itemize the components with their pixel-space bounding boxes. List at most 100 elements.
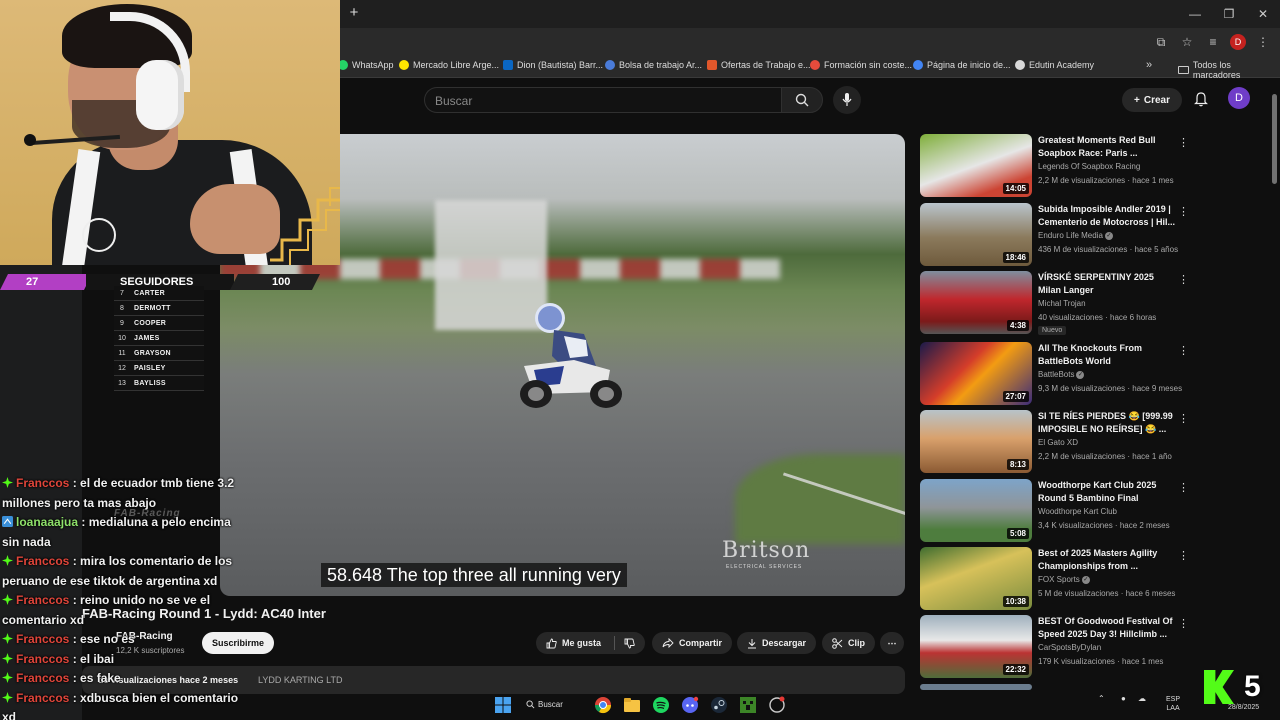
minimize-button[interactable]: —	[1178, 0, 1212, 28]
spotify-icon[interactable]	[652, 696, 670, 714]
kebab-menu-icon[interactable]: ⋮	[1178, 273, 1189, 286]
clip-button[interactable]: Clip	[822, 632, 875, 654]
minecraft-icon[interactable]	[739, 696, 757, 714]
notifications-button[interactable]	[1192, 90, 1210, 108]
recommended-video[interactable]: 27:07 All The Knockouts From BattleBots …	[920, 342, 1189, 405]
cloud-tray-icon[interactable]: ☁	[1138, 694, 1146, 703]
kebab-menu-icon[interactable]: ⋮	[1178, 136, 1189, 149]
windows-start-icon[interactable]	[494, 696, 512, 714]
search-input[interactable]: Buscar	[424, 87, 782, 113]
install-app-icon[interactable]: ⧉	[1152, 33, 1170, 51]
browser-menu-icon[interactable]: ⋮	[1254, 33, 1272, 51]
bookmark-item[interactable]: Formación sin coste...	[810, 60, 912, 70]
recommended-channel[interactable]: Michal Trojan	[1038, 299, 1086, 308]
recommended-channel[interactable]: CarSpotsByDylan	[1038, 643, 1101, 652]
kebab-menu-icon[interactable]: ⋮	[1178, 549, 1189, 562]
chat-username[interactable]: Franccos	[16, 554, 69, 568]
search-button[interactable]	[781, 87, 823, 113]
recommended-title[interactable]: Woodthorpe Kart Club 2025 Round 5 Bambin…	[1038, 479, 1176, 505]
recommended-title[interactable]: All The Knockouts From BattleBots World …	[1038, 342, 1176, 368]
chat-message: loanaaajua : medialuna a pelo encima sin…	[2, 515, 231, 549]
recommended-title[interactable]: Greatest Moments Red Bull Soapbox Race: …	[1038, 134, 1176, 160]
video-thumbnail[interactable]: 18:46	[920, 203, 1032, 266]
kebab-menu-icon[interactable]: ⋮	[1178, 617, 1189, 630]
more-bookmarks-icon[interactable]: »	[1146, 59, 1152, 71]
video-thumbnail[interactable]: 14:05	[920, 134, 1032, 197]
kick-counter-value: 5	[1244, 670, 1261, 703]
microphone-tray-icon[interactable]: ●	[1121, 694, 1126, 703]
media-controls-icon[interactable]: ≡	[1204, 33, 1222, 51]
share-button[interactable]: Compartir	[652, 632, 733, 654]
chrome-icon[interactable]	[594, 696, 612, 714]
create-button[interactable]: + Crear	[1122, 88, 1182, 112]
chat-username[interactable]: Franccos	[16, 652, 69, 666]
input-language[interactable]: ESP LAA	[1166, 695, 1180, 713]
more-actions-button[interactable]: ⋯	[880, 632, 904, 654]
account-avatar[interactable]: D	[1228, 87, 1250, 109]
kebab-menu-icon[interactable]: ⋮	[1178, 481, 1189, 494]
bookmark-item[interactable]: Ofertas de Trabajo e...	[707, 60, 811, 70]
tray-chevron-icon[interactable]: ⌃	[1098, 694, 1105, 703]
steam-icon[interactable]	[710, 696, 728, 714]
recommended-channel[interactable]: El Gato XD	[1038, 438, 1078, 447]
bookmark-item[interactable]: Bolsa de trabajo Ar...	[605, 60, 702, 70]
bookmark-star-icon[interactable]: ☆	[1178, 33, 1196, 51]
bookmark-item[interactable]: WhatsApp	[338, 60, 394, 70]
video-thumbnail[interactable]: 4:38	[920, 271, 1032, 334]
like-button[interactable]: Me gusta	[536, 632, 646, 654]
recommended-video[interactable]: 18:46 Subida Imposible Andler 2019 | Cem…	[920, 203, 1189, 266]
kebab-menu-icon[interactable]: ⋮	[1178, 205, 1189, 218]
recommended-video[interactable]: 14:05 Greatest Moments Red Bull Soapbox …	[920, 134, 1189, 197]
chat-username[interactable]: Franccos	[16, 671, 69, 685]
recommended-channel[interactable]: BattleBots ✓	[1038, 370, 1085, 379]
page-scrollbar[interactable]	[1270, 84, 1278, 694]
mercadolibre-icon	[399, 60, 409, 70]
video-thumbnail[interactable]: 27:07	[920, 342, 1032, 405]
chat-username[interactable]: loanaaajua	[16, 515, 78, 529]
video-thumbnail[interactable]: 8:13	[920, 410, 1032, 473]
file-explorer-icon[interactable]	[623, 696, 641, 714]
thumbs-down-icon[interactable]	[624, 638, 635, 649]
discord-icon[interactable]	[681, 696, 699, 714]
all-bookmarks-folder[interactable]: Todos los marcadores	[1178, 60, 1280, 80]
recommended-channel[interactable]: Enduro Life Media ✓	[1038, 231, 1113, 240]
recommended-channel[interactable]: FOX Sports ✓	[1038, 575, 1090, 584]
bookmark-item[interactable]: Mercado Libre Arge...	[399, 60, 499, 70]
recommended-video[interactable]: 4:38 VÍRSKÉ SERPENTINY 2025 Milan Langer…	[920, 271, 1189, 335]
video-thumbnail[interactable]: 10:38	[920, 547, 1032, 610]
kebab-menu-icon[interactable]: ⋮	[1178, 344, 1189, 357]
video-thumbnail[interactable]: 5:08	[920, 479, 1032, 542]
download-button[interactable]: Descargar	[737, 632, 817, 654]
recommended-video[interactable]: 5:08 Woodthorpe Kart Club 2025 Round 5 B…	[920, 479, 1189, 542]
chat-username[interactable]: Franccos	[16, 476, 69, 490]
recommended-video[interactable]: 8:13 SI TE RÍES PIERDES 😂 [999.99 IMPOSI…	[920, 410, 1189, 473]
new-tab-button[interactable]: +	[346, 5, 362, 21]
recommended-title[interactable]: Subida Imposible Andler 2019 | Cementeri…	[1038, 203, 1176, 229]
recommended-title[interactable]: BEST Of Goodwood Festival Of Speed 2025 …	[1038, 615, 1176, 641]
taskbar-search[interactable]: Buscar	[526, 694, 578, 714]
recommended-video[interactable]: 10:38 Best of 2025 Masters Agility Champ…	[920, 547, 1189, 610]
chat-username[interactable]: Franccos	[16, 632, 69, 646]
standing-position: 13	[118, 379, 126, 387]
video-thumbnail[interactable]: 22:32	[920, 615, 1032, 678]
maximize-button[interactable]: ❐	[1212, 0, 1246, 28]
recommended-channel[interactable]: Legends Of Soapbox Racing	[1038, 162, 1140, 171]
profile-avatar[interactable]: D	[1230, 34, 1246, 50]
kick-logo-icon	[1204, 670, 1234, 704]
voice-search-button[interactable]	[833, 86, 861, 114]
bookmark-item[interactable]: Página de inicio de...	[913, 60, 1011, 70]
recommended-title[interactable]: Best of 2025 Masters Agility Championshi…	[1038, 547, 1176, 573]
bookmark-item[interactable]: Edutin Academy	[1015, 60, 1094, 70]
recommended-channel[interactable]: Woodthorpe Kart Club	[1038, 507, 1117, 516]
app-icon-with-notification[interactable]	[768, 696, 786, 714]
bookmark-item[interactable]: Dion (Bautista) Barr...	[503, 60, 603, 70]
recommended-video[interactable]: 22:32 BEST Of Goodwood Festival Of Speed…	[920, 615, 1189, 678]
recommended-title[interactable]: SI TE RÍES PIERDES 😂 [999.99 IMPOSIBLE N…	[1038, 410, 1176, 436]
kebab-menu-icon[interactable]: ⋮	[1178, 412, 1189, 425]
recommended-title[interactable]: VÍRSKÉ SERPENTINY 2025 Milan Langer	[1038, 271, 1176, 297]
scrollbar-thumb[interactable]	[1272, 94, 1277, 184]
chat-username[interactable]: Franccos	[16, 593, 69, 607]
standing-position: 10	[118, 334, 126, 342]
close-window-button[interactable]: ✕	[1246, 0, 1280, 28]
chat-username[interactable]: Franccos	[16, 691, 69, 705]
